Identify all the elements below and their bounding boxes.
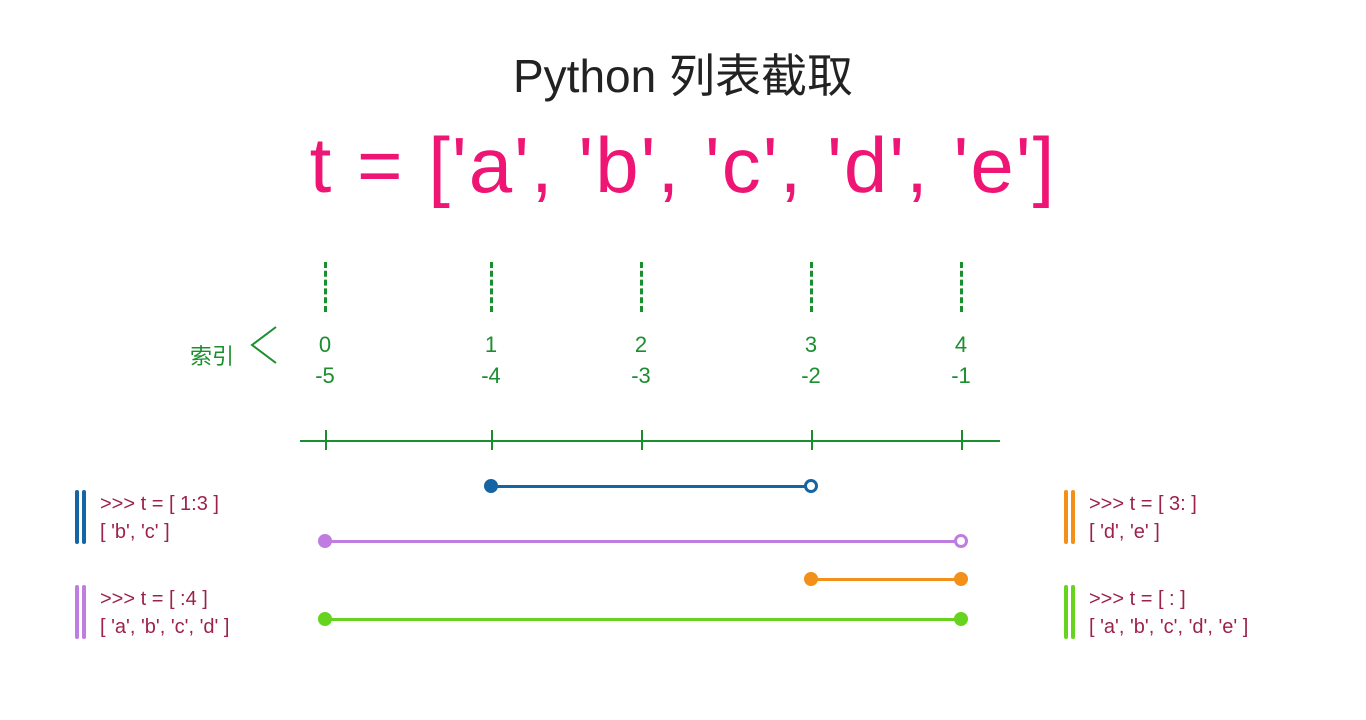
range-line [811,578,961,581]
range-line [325,618,961,621]
caret-icon [248,325,278,365]
example1-res: [ 'b', 'c' ] [100,518,219,546]
example1-bar-inner [82,490,86,544]
axis-tick [961,430,963,450]
axis-tick [325,430,327,450]
example2-res: [ 'a', 'b', 'c', 'd' ] [100,613,229,641]
index-negative: -5 [315,361,335,392]
index-positive: 2 [631,330,651,361]
index-dash [960,262,963,312]
index-pair: 1-4 [481,330,501,392]
example1: >>> t = [ 1:3 ] [ 'b', 'c' ] [100,490,219,546]
page-title: Python 列表截取 [0,40,1366,106]
example3: >>> t = [ 3: ] [ 'd', 'e' ] [1089,490,1197,546]
index-pair: 2-3 [631,330,651,392]
index-negative: -3 [631,361,651,392]
range-start-dot [318,612,332,626]
range-end-dot-open [804,479,818,493]
index-negative: -4 [481,361,501,392]
example4-res: [ 'a', 'b', 'c', 'd', 'e' ] [1089,613,1248,641]
range-start-dot [804,572,818,586]
example3-cmd: >>> t = [ 3: ] [1089,490,1197,518]
example3-bar-inner [1071,490,1075,544]
range-start-dot [484,479,498,493]
example2-bar-inner [82,585,86,639]
index-negative: -1 [951,361,971,392]
range-end-dot-closed [954,612,968,626]
range-line [325,540,961,543]
index-negative: -2 [801,361,821,392]
axis-tick [491,430,493,450]
index-label: 索引 [190,339,234,371]
index-positive: 0 [315,330,335,361]
list-expression: t = ['a', 'b', 'c', 'd', 'e'] [0,120,1366,211]
example1-bar-outer [75,490,79,544]
range-line [491,485,811,488]
index-pair: 0-5 [315,330,335,392]
axis-tick [811,430,813,450]
index-dash [324,262,327,312]
example2-bar-outer [75,585,79,639]
index-dash [490,262,493,312]
index-dash [640,262,643,312]
example4-bar-outer [1064,585,1068,639]
index-positive: 3 [801,330,821,361]
example1-cmd: >>> t = [ 1:3 ] [100,490,219,518]
example4: >>> t = [ : ] [ 'a', 'b', 'c', 'd', 'e' … [1089,585,1248,641]
index-positive: 1 [481,330,501,361]
index-pair: 3-2 [801,330,821,392]
example2: >>> t = [ :4 ] [ 'a', 'b', 'c', 'd' ] [100,585,229,641]
range-end-dot-open [954,534,968,548]
range-end-dot-closed [954,572,968,586]
axis-line [300,440,1000,442]
example4-cmd: >>> t = [ : ] [1089,585,1248,613]
range-start-dot [318,534,332,548]
index-dash [810,262,813,312]
example3-bar-outer [1064,490,1068,544]
index-positive: 4 [951,330,971,361]
index-pair: 4-1 [951,330,971,392]
example4-bar-inner [1071,585,1075,639]
example3-res: [ 'd', 'e' ] [1089,518,1197,546]
axis-tick [641,430,643,450]
axis [300,430,1000,460]
example2-cmd: >>> t = [ :4 ] [100,585,229,613]
